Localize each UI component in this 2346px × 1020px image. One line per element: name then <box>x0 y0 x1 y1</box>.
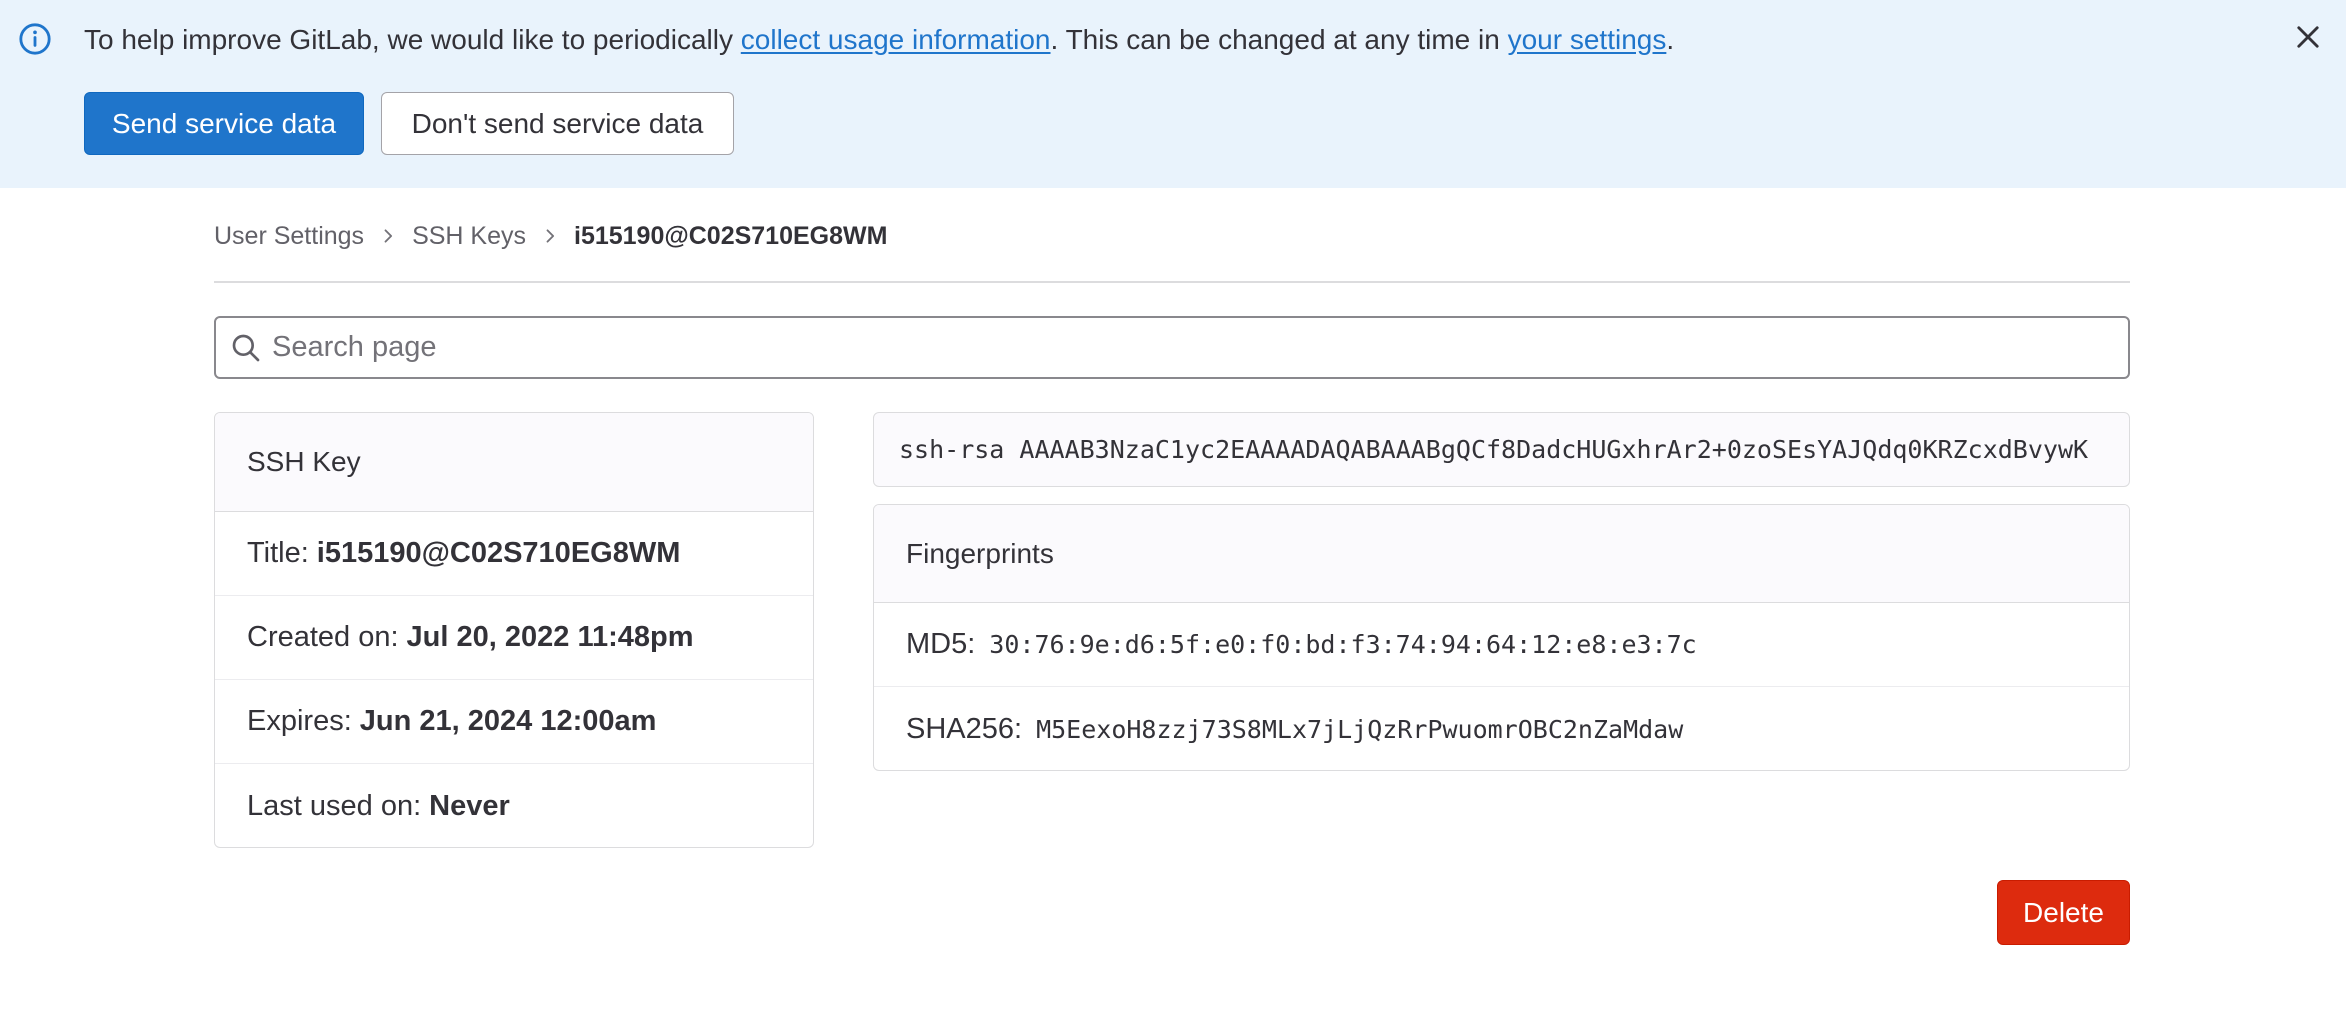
ssh-key-last-used-row: Last used on: Never <box>215 764 813 847</box>
banner-text-after: . <box>1666 24 1675 55</box>
ssh-key-created-row: Created on: Jul 20, 2022 11:48pm <box>215 596 813 680</box>
created-value: Jul 20, 2022 11:48pm <box>406 621 694 653</box>
header-divider <box>214 281 2130 283</box>
close-icon[interactable] <box>2291 20 2325 54</box>
expires-label: Expires: <box>247 705 352 737</box>
chevron-right-icon <box>546 229 555 243</box>
banner-text-before: To help improve GitLab, we would like to… <box>84 24 741 55</box>
chevron-right-icon <box>384 229 393 243</box>
search-box <box>214 316 2130 379</box>
search-icon <box>232 334 260 362</box>
ssh-key-expires-row: Expires: Jun 21, 2024 12:00am <box>215 680 813 764</box>
delete-button[interactable]: Delete <box>1997 880 2130 945</box>
send-service-data-button[interactable]: Send service data <box>84 92 364 155</box>
breadcrumb-current[interactable]: i515190@C02S710EG8WM <box>574 222 887 251</box>
md5-value: 30:76:9e:d6:5f:e0:f0:bd:f3:74:94:64:12:e… <box>989 630 1697 659</box>
search-input[interactable] <box>272 318 2112 377</box>
expires-value: Jun 21, 2024 12:00am <box>359 705 657 737</box>
banner-message: To help improve GitLab, we would like to… <box>84 22 1674 58</box>
title-label: Title: <box>247 537 309 569</box>
usage-ping-banner: To help improve GitLab, we would like to… <box>0 0 2346 188</box>
fingerprints-card-header: Fingerprints <box>874 505 2129 603</box>
sha256-label: SHA256: <box>906 712 1023 745</box>
ssh-key-card: SSH Key Title: i515190@C02S710EG8WM Crea… <box>214 412 814 848</box>
info-icon <box>19 23 51 55</box>
ssh-key-text[interactable]: ssh-rsa AAAAB3NzaC1yc2EAAAADAQABAAABgQCf… <box>873 412 2130 487</box>
last-used-value: Never <box>429 789 510 822</box>
md5-label: MD5: <box>906 628 976 660</box>
breadcrumb-ssh-keys[interactable]: SSH Keys <box>412 222 526 251</box>
created-label: Created on: <box>247 621 399 653</box>
ssh-key-card-header: SSH Key <box>215 413 813 512</box>
collect-usage-link[interactable]: collect usage information <box>741 24 1051 55</box>
your-settings-link[interactable]: your settings <box>1508 24 1667 55</box>
title-value: i515190@C02S710EG8WM <box>316 537 681 569</box>
fingerprints-card: Fingerprints MD5: 30:76:9e:d6:5f:e0:f0:b… <box>873 504 2130 771</box>
last-used-label: Last used on: <box>247 789 422 822</box>
breadcrumb: User Settings SSH Keys i515190@C02S710EG… <box>214 218 887 254</box>
sha256-fingerprint-row: SHA256: M5EexoH8zzj73S8MLx7jLjQzRrPwuomr… <box>874 687 2129 770</box>
breadcrumb-user-settings[interactable]: User Settings <box>214 222 364 251</box>
banner-text-middle: . This can be changed at any time in <box>1050 24 1508 55</box>
md5-fingerprint-row: MD5: 30:76:9e:d6:5f:e0:f0:bd:f3:74:94:64… <box>874 603 2129 687</box>
dont-send-service-data-button[interactable]: Don't send service data <box>381 92 734 155</box>
ssh-key-title-row: Title: i515190@C02S710EG8WM <box>215 512 813 596</box>
sha256-value: M5EexoH8zzj73S8MLx7jLjQzRrPwuomrOBC2nZaM… <box>1036 714 1684 744</box>
